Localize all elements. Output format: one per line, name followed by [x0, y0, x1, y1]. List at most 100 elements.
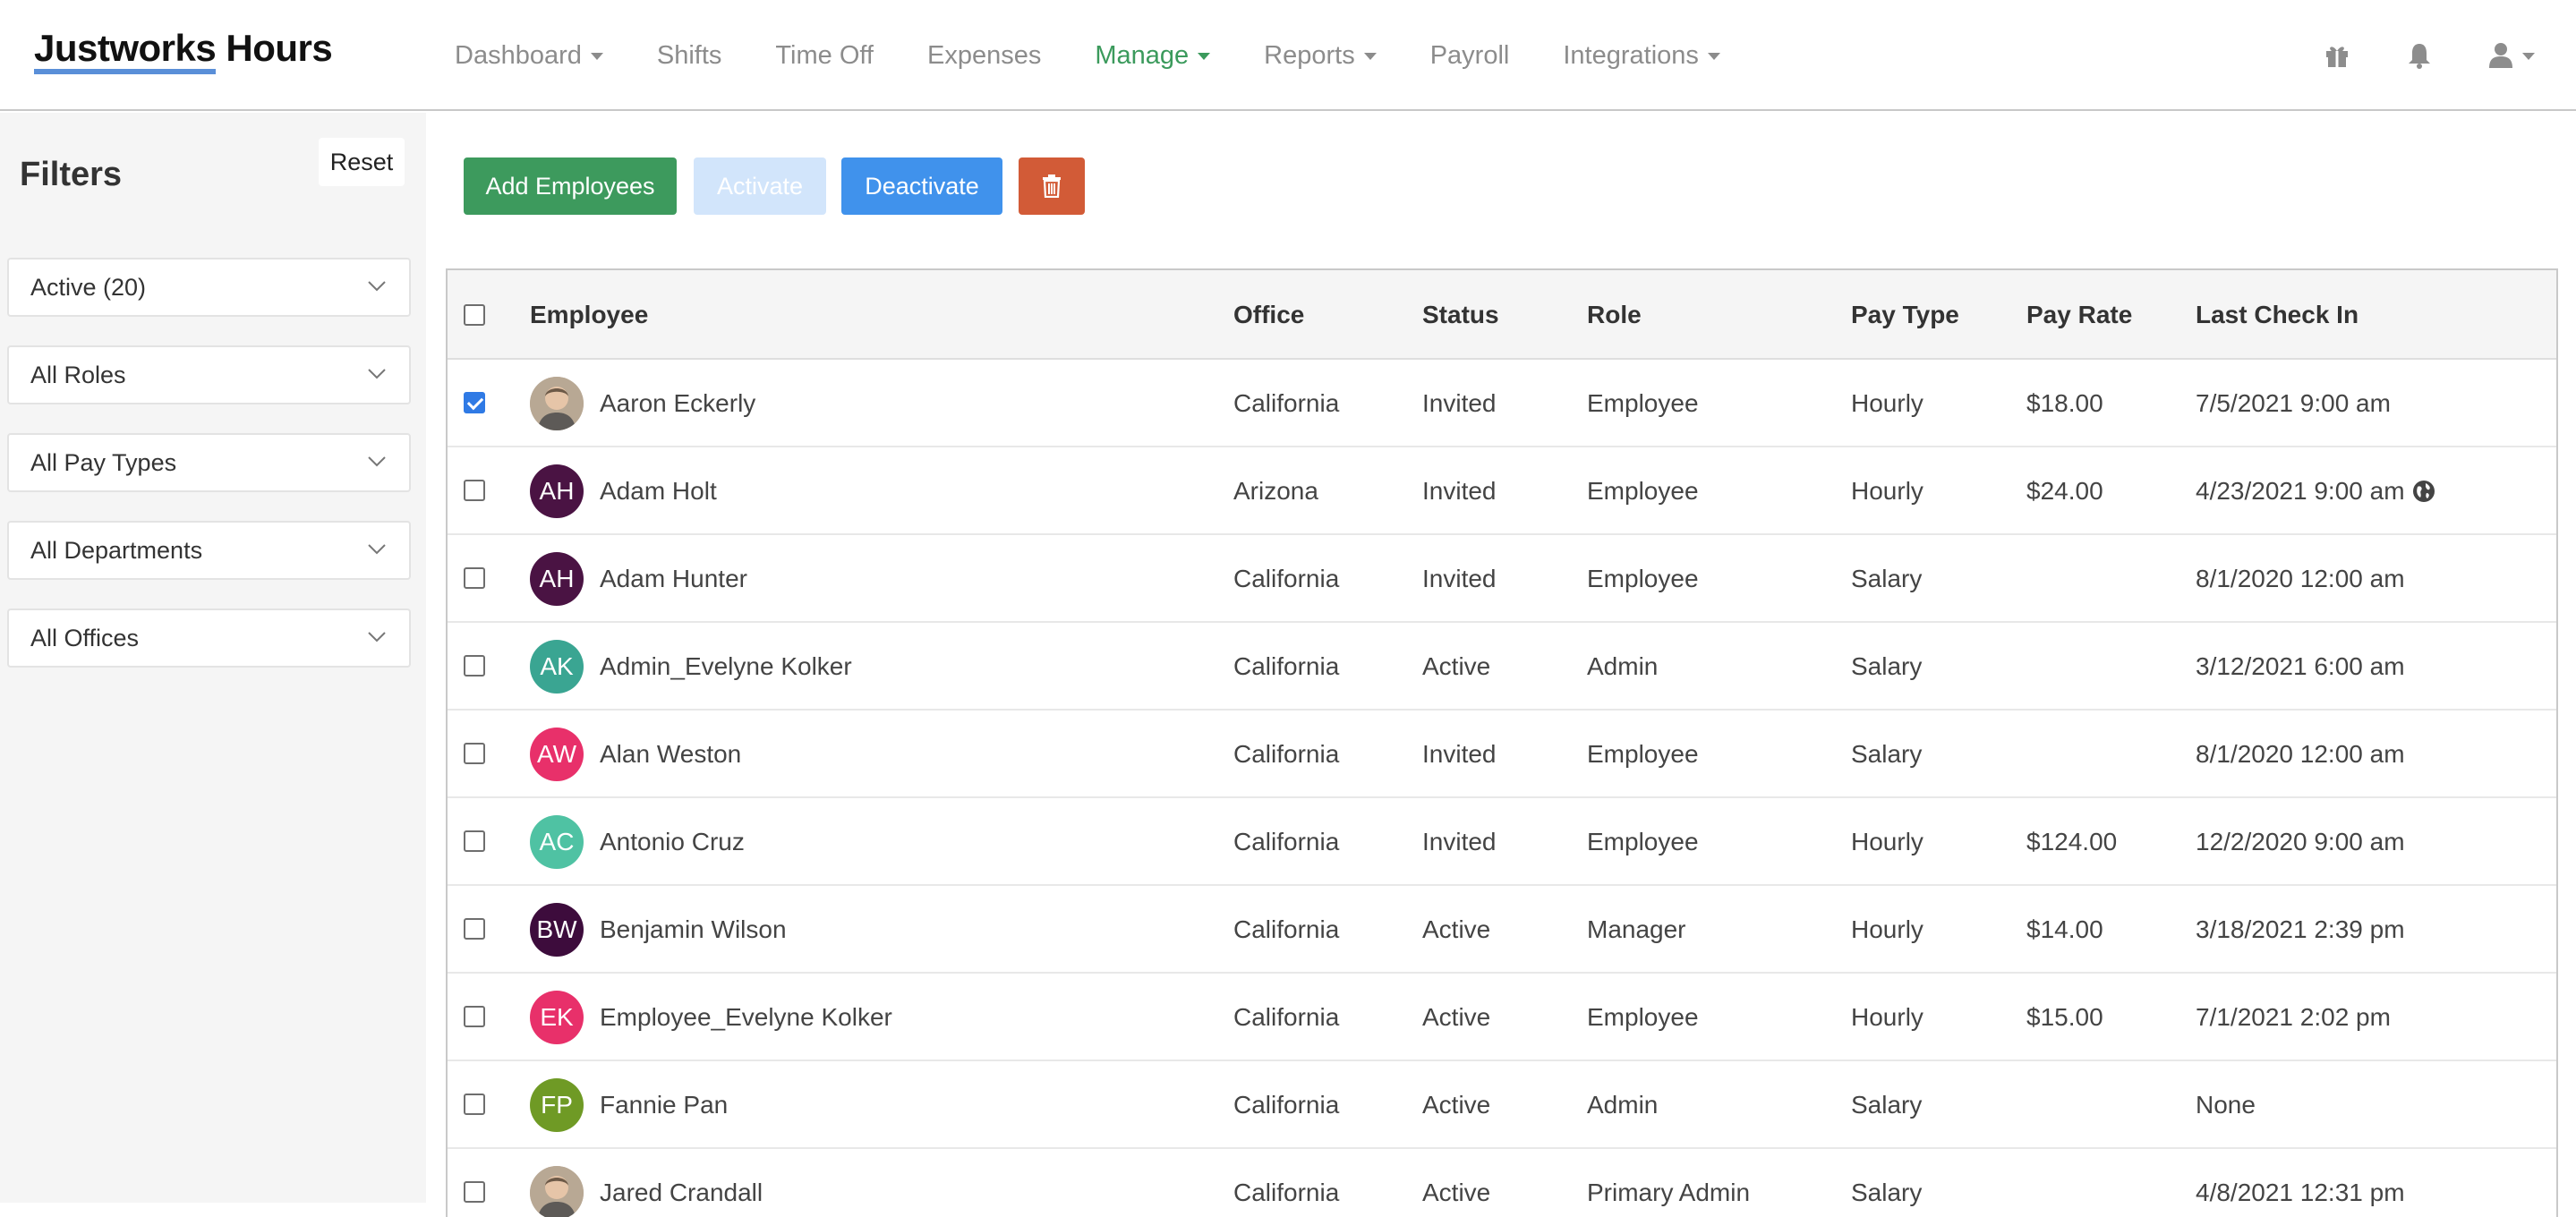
- brand-name-part2: Hours: [216, 27, 333, 69]
- table-row[interactable]: FP Fannie Pan California Active Admin Salary N…: [448, 1061, 2556, 1149]
- cell-office: California: [1233, 886, 1339, 974]
- user-icon[interactable]: [2488, 42, 2535, 69]
- column-header-pay-rate[interactable]: Pay Rate: [2026, 270, 2132, 360]
- nav-item-manage[interactable]: Manage: [1095, 41, 1211, 71]
- avatar: AW: [530, 728, 584, 781]
- nav-item-integrations[interactable]: Integrations: [1563, 41, 1720, 71]
- nav-item-label: Expenses: [926, 40, 1042, 70]
- column-header-status[interactable]: Status: [1422, 270, 1499, 360]
- table-row[interactable]: AW Alan Weston California Invited Employee Sa…: [448, 711, 2556, 798]
- employee-name[interactable]: Jared Crandall: [600, 1149, 763, 1217]
- cell-role: Manager: [1587, 886, 1686, 974]
- cell-text: Hourly: [1851, 389, 1923, 417]
- cell-status: Invited: [1422, 360, 1497, 447]
- avatar-initials: FP: [541, 1091, 573, 1119]
- table-row[interactable]: Jared Crandall California Active Primary Ad…: [448, 1149, 2556, 1217]
- cell-text: 3/12/2021 6:00 am: [2196, 652, 2405, 680]
- cell-text: Hourly: [1851, 1003, 1923, 1031]
- employee-name[interactable]: Aaron Eckerly: [600, 360, 755, 447]
- gift-icon[interactable]: [2324, 42, 2350, 69]
- cell-text: None: [2196, 1091, 2256, 1119]
- table-row[interactable]: Aaron Eckerly California Invited Employee Ho…: [448, 360, 2556, 447]
- employee-name[interactable]: Employee_Evelyne Kolker: [600, 974, 892, 1061]
- cell-text: Admin: [1587, 652, 1659, 680]
- cell-office: Arizona: [1233, 447, 1318, 535]
- employee-name[interactable]: Adam Holt: [600, 447, 717, 535]
- cell-text: Employee: [1587, 389, 1699, 417]
- avatar: [530, 1166, 584, 1217]
- table-row[interactable]: AH Adam Hunter California Invited Employee Sa…: [448, 535, 2556, 623]
- row-checkbox[interactable]: [464, 918, 485, 940]
- chevron-down-icon: [2522, 53, 2535, 60]
- delete-button[interactable]: [1019, 157, 1085, 215]
- nav-item-payroll[interactable]: Payroll: [1430, 41, 1510, 71]
- cell-text: 4/8/2021 12:31 pm: [2196, 1179, 2405, 1206]
- row-checkbox[interactable]: [464, 655, 485, 677]
- reset-button[interactable]: Reset: [319, 138, 405, 186]
- bell-icon[interactable]: [2406, 41, 2433, 70]
- column-header-role[interactable]: Role: [1587, 270, 1642, 360]
- nav-item-label: Time Off: [775, 40, 874, 70]
- row-checkbox[interactable]: [464, 743, 485, 764]
- employee-name[interactable]: Alan Weston: [600, 711, 741, 798]
- table-row[interactable]: EK Employee_Evelyne Kolker California Activ…: [448, 974, 2556, 1061]
- add-employees-button[interactable]: Add Employees: [464, 157, 677, 215]
- nav-item-reports[interactable]: Reports: [1264, 41, 1377, 71]
- filters-sidebar: Filters Reset Active (20) All Roles All Pa…: [0, 113, 426, 1203]
- row-checkbox[interactable]: [464, 830, 485, 852]
- cell-role: Admin: [1587, 623, 1658, 711]
- filters-title: Filters: [20, 156, 123, 193]
- table-row[interactable]: AK Admin_Evelyne Kolker California Active Ad…: [448, 623, 2556, 711]
- cell-text: Active: [1422, 1179, 1491, 1206]
- employee-name[interactable]: Benjamin Wilson: [600, 886, 787, 974]
- column-header-employee[interactable]: Employee: [530, 270, 648, 360]
- table-row[interactable]: BW Benjamin Wilson California Active Manager…: [448, 886, 2556, 974]
- cell-text: $14.00: [2026, 915, 2103, 943]
- cell-text: Salary: [1851, 1091, 1923, 1119]
- cell-text: 4/23/2021 9:00 am: [2196, 477, 2405, 505]
- row-checkbox[interactable]: [464, 1094, 485, 1115]
- filter-dropdown-2[interactable]: All Roles: [7, 345, 411, 404]
- select-all-checkbox[interactable]: [464, 304, 485, 326]
- row-checkbox[interactable]: [464, 392, 485, 413]
- row-checkbox[interactable]: [464, 567, 485, 589]
- avatar: BW: [530, 903, 584, 957]
- filter-dropdown-3[interactable]: All Pay Types: [7, 433, 411, 492]
- employee-name[interactable]: Fannie Pan: [600, 1061, 728, 1149]
- nav-item-time-off[interactable]: Time Off: [775, 41, 874, 71]
- app-logo[interactable]: Justworks Hours: [34, 27, 333, 74]
- row-checkbox[interactable]: [464, 1181, 485, 1203]
- cell-text: 7/5/2021 9:00 am: [2196, 389, 2391, 417]
- nav-item-dashboard[interactable]: Dashboard: [455, 41, 603, 71]
- cell-text: $24.00: [2026, 477, 2103, 505]
- cell-status: Active: [1422, 886, 1490, 974]
- row-checkbox[interactable]: [464, 1006, 485, 1027]
- cell-role: Employee: [1587, 711, 1699, 798]
- table-row[interactable]: AC Antonio Cruz California Invited Employee H…: [448, 798, 2556, 886]
- employee-name[interactable]: Adam Hunter: [600, 535, 747, 623]
- table-row[interactable]: AH Adam Holt Arizona Invited Employee Hourly $…: [448, 447, 2556, 535]
- avatar: EK: [530, 991, 584, 1044]
- filter-dropdown-4[interactable]: All Departments: [7, 521, 411, 580]
- avatar: FP: [530, 1078, 584, 1132]
- avatar-initials: EK: [540, 1003, 574, 1031]
- employee-name[interactable]: Antonio Cruz: [600, 798, 745, 886]
- cell-text: 8/1/2020 12:00 am: [2196, 740, 2405, 768]
- filter-dropdown-label: All Offices: [30, 624, 140, 651]
- column-header-pay-type[interactable]: Pay Type: [1851, 270, 1959, 360]
- globe-icon[interactable]: [2412, 480, 2435, 503]
- filter-dropdown-label: Active (20): [30, 273, 147, 301]
- nav-item-expenses[interactable]: Expenses: [927, 41, 1041, 71]
- activate-button[interactable]: Activate: [694, 157, 826, 215]
- cell-text: Active: [1422, 1091, 1491, 1119]
- cell-status: Invited: [1422, 798, 1497, 886]
- column-header-office[interactable]: Office: [1233, 270, 1304, 360]
- filter-dropdown-5[interactable]: All Offices: [7, 608, 411, 668]
- employee-name[interactable]: Admin_Evelyne Kolker: [600, 623, 852, 711]
- row-checkbox[interactable]: [464, 480, 485, 501]
- nav-item-shifts[interactable]: Shifts: [657, 41, 722, 71]
- deactivate-button[interactable]: Deactivate: [841, 157, 1002, 215]
- column-header-last-check-in[interactable]: Last Check In: [2196, 270, 2358, 360]
- filter-dropdown-1[interactable]: Active (20): [7, 258, 411, 317]
- cell-text: California: [1233, 1091, 1340, 1119]
